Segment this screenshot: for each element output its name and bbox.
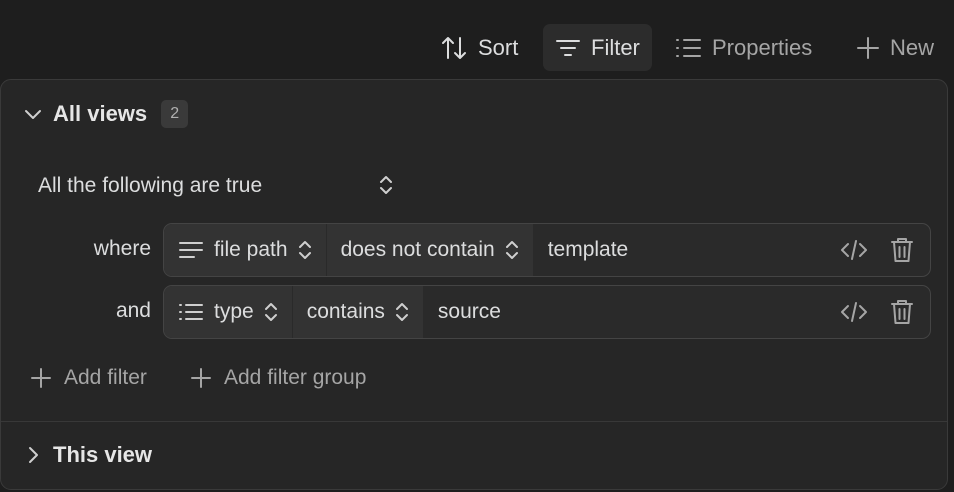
filter-button[interactable]: Filter (543, 24, 652, 71)
value-text: template (547, 238, 629, 261)
chevron-updown-icon (395, 303, 408, 321)
filter-row: type contains source (163, 285, 931, 339)
sort-label: Sort (478, 34, 519, 60)
chevron-updown-icon (264, 303, 277, 321)
conjunction-label: All the following are true (38, 174, 263, 197)
new-button[interactable]: New (844, 24, 946, 71)
filter-label: Filter (591, 34, 640, 60)
property-label: file path (214, 238, 288, 261)
operator-select[interactable]: contains (292, 286, 424, 338)
toolbar: Sort Filter Properties New (0, 24, 954, 71)
row-actions (840, 224, 930, 276)
code-icon[interactable] (840, 300, 868, 324)
sort-button[interactable]: Sort (428, 24, 530, 71)
chevron-updown-icon (298, 241, 311, 259)
property-select[interactable]: type (164, 286, 293, 338)
operator-label: contains (306, 300, 385, 323)
chevron-updown-icon (380, 176, 392, 194)
property-label: type (214, 300, 254, 323)
where-label: where (93, 237, 151, 260)
trash-icon[interactable] (890, 298, 914, 326)
value-input[interactable]: source (424, 286, 840, 338)
this-view-title: This view (53, 442, 153, 467)
new-label: New (890, 34, 935, 60)
this-view-header[interactable]: This view (23, 442, 152, 468)
value-text: source (437, 300, 501, 323)
row-actions (840, 286, 930, 338)
add-filter-group-button[interactable]: Add filter group (190, 366, 366, 390)
plus-icon (857, 36, 879, 59)
add-filter-group-label: Add filter group (224, 366, 367, 389)
operator-select[interactable]: does not contain (326, 224, 534, 276)
filter-panel: All views 2 All the following are true w… (0, 79, 948, 490)
properties-button[interactable]: Properties (662, 24, 824, 71)
plus-icon (31, 368, 51, 388)
conjunction-select[interactable]: All the following are true (38, 170, 398, 202)
text-lines-icon (179, 242, 203, 258)
filter-icon (556, 39, 580, 56)
chevron-right-icon (29, 447, 38, 463)
chevron-updown-icon (505, 241, 518, 259)
operator-label: does not contain (340, 238, 495, 261)
properties-label: Properties (712, 34, 813, 60)
sort-icon (442, 36, 466, 59)
code-icon[interactable] (840, 238, 868, 262)
value-input[interactable]: template (534, 224, 840, 276)
filter-row: file path does not contain template (163, 223, 931, 277)
list-icon (676, 38, 701, 57)
all-views-header[interactable]: All views 2 (23, 100, 189, 128)
property-select[interactable]: file path (164, 224, 327, 276)
plus-icon (191, 368, 211, 388)
divider (1, 421, 947, 422)
count-badge: 2 (161, 100, 189, 128)
chevron-down-icon (25, 110, 41, 119)
and-label: and (115, 299, 151, 322)
all-views-title: All views (53, 101, 148, 126)
add-filter-label: Add filter (64, 366, 147, 389)
add-filter-button[interactable]: Add filter (30, 366, 147, 390)
list-icon (179, 304, 203, 320)
trash-icon[interactable] (890, 236, 914, 264)
